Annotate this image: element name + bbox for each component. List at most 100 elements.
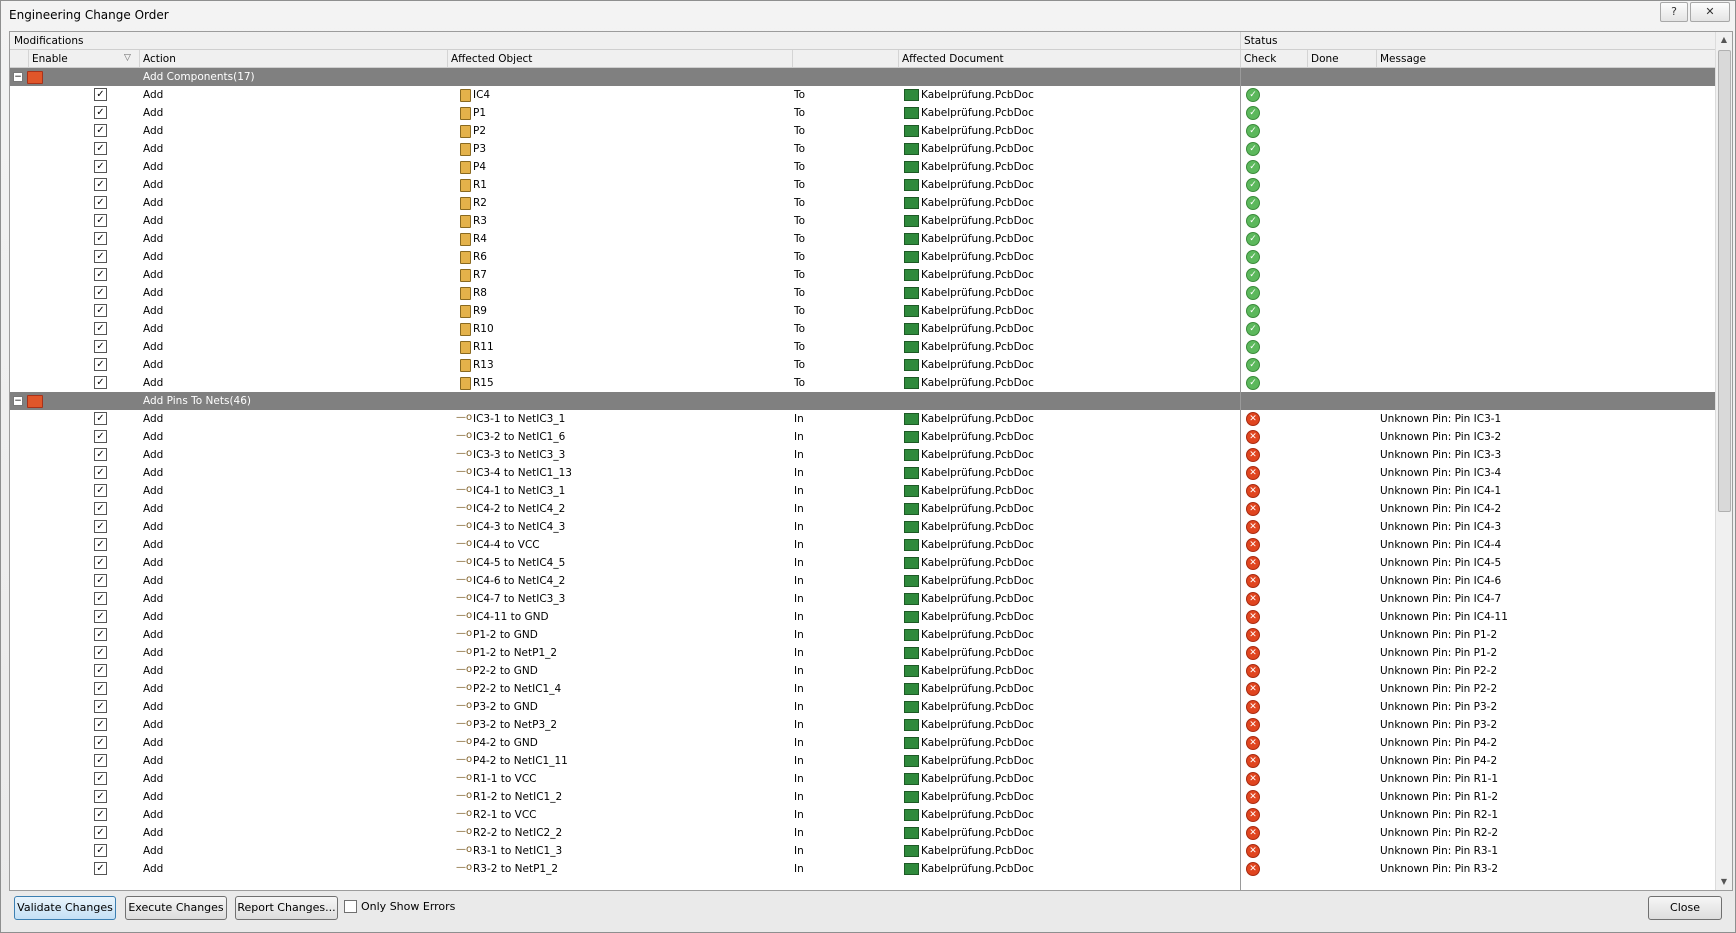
table-row[interactable]: ✓ Add —o P1-2 to NetP1_2 In Kabelprüfung.PcbD… <box>10 644 1716 662</box>
table-row[interactable]: ✓ Add P2 To Kabelprüfung.PcbDoc ✓ <box>10 122 1716 140</box>
table-row[interactable]: ✓ Add —o IC4-11 to GND In Kabelprüfung.PcbDoc… <box>10 608 1716 626</box>
table-row[interactable]: ✓ Add R10 To Kabelprüfung.PcbDoc ✓ <box>10 320 1716 338</box>
enable-checkbox[interactable]: ✓ <box>94 862 107 875</box>
enable-checkbox[interactable]: ✓ <box>94 538 107 551</box>
table-row[interactable]: ✓ Add —o IC4-7 to NetIC3_3 In Kabelprüfung.Pc… <box>10 590 1716 608</box>
table-row[interactable]: ✓ Add —o R1-2 to NetIC1_2 In Kabelprüfung.Pcb… <box>10 788 1716 806</box>
col-check[interactable]: Check <box>1244 53 1276 65</box>
table-row[interactable]: ✓ Add —o P4-2 to NetIC1_11 In Kabelprüfung.Pc… <box>10 752 1716 770</box>
table-row[interactable]: ✓ Add —o IC4-1 to NetIC3_1 In Kabelprüfung.Pc… <box>10 482 1716 500</box>
table-row[interactable]: ✓ Add —o P3-2 to GND In Kabelprüfung.PcbDoc ✕ U… <box>10 698 1716 716</box>
table-row[interactable]: ✓ Add P1 To Kabelprüfung.PcbDoc ✓ <box>10 104 1716 122</box>
group-row[interactable]: − Add Pins To Nets(46) <box>10 392 1716 410</box>
enable-checkbox[interactable]: ✓ <box>94 142 107 155</box>
enable-checkbox[interactable]: ✓ <box>94 718 107 731</box>
table-row[interactable]: ✓ Add R13 To Kabelprüfung.PcbDoc ✓ <box>10 356 1716 374</box>
table-row[interactable]: ✓ Add —o R2-2 to NetIC2_2 In Kabelprüfung.Pcb… <box>10 824 1716 842</box>
col-enable[interactable]: Enable <box>32 53 68 65</box>
enable-checkbox[interactable]: ✓ <box>94 700 107 713</box>
enable-checkbox[interactable]: ✓ <box>94 466 107 479</box>
table-row[interactable]: ✓ Add —o IC4-2 to NetIC4_2 In Kabelprüfung.Pc… <box>10 500 1716 518</box>
enable-checkbox[interactable]: ✓ <box>94 682 107 695</box>
table-row[interactable]: ✓ Add —o IC3-1 to NetIC3_1 In Kabelprüfung.Pc… <box>10 410 1716 428</box>
col-affected-document[interactable]: Affected Document <box>902 53 1004 65</box>
enable-checkbox[interactable]: ✓ <box>94 754 107 767</box>
enable-checkbox[interactable]: ✓ <box>94 628 107 641</box>
table-row[interactable]: ✓ Add —o P1-2 to GND In Kabelprüfung.PcbDoc ✕ U… <box>10 626 1716 644</box>
enable-checkbox[interactable]: ✓ <box>94 124 107 137</box>
enable-checkbox[interactable]: ✓ <box>94 574 107 587</box>
enable-checkbox[interactable]: ✓ <box>94 826 107 839</box>
table-row[interactable]: ✓ Add —o IC4-4 to VCC In Kabelprüfung.PcbDoc ✕… <box>10 536 1716 554</box>
table-row[interactable]: ✓ Add P4 To Kabelprüfung.PcbDoc ✓ <box>10 158 1716 176</box>
enable-checkbox[interactable]: ✓ <box>94 304 107 317</box>
table-row[interactable]: ✓ Add R3 To Kabelprüfung.PcbDoc ✓ <box>10 212 1716 230</box>
col-message[interactable]: Message <box>1380 53 1426 65</box>
vertical-scrollbar[interactable]: ▲ ▼ <box>1715 32 1732 890</box>
enable-checkbox[interactable]: ✓ <box>94 88 107 101</box>
table-row[interactable]: ✓ Add R9 To Kabelprüfung.PcbDoc ✓ <box>10 302 1716 320</box>
scroll-thumb[interactable] <box>1718 50 1731 512</box>
enable-checkbox[interactable]: ✓ <box>94 790 107 803</box>
enable-checkbox[interactable]: ✓ <box>94 232 107 245</box>
enable-checkbox[interactable]: ✓ <box>94 376 107 389</box>
enable-checkbox[interactable]: ✓ <box>94 358 107 371</box>
table-row[interactable]: ✓ Add —o IC4-3 to NetIC4_3 In Kabelprüfung.Pc… <box>10 518 1716 536</box>
table-row[interactable]: ✓ Add R1 To Kabelprüfung.PcbDoc ✓ <box>10 176 1716 194</box>
execute-changes-button[interactable]: Execute Changes <box>125 896 227 920</box>
enable-checkbox[interactable]: ✓ <box>94 592 107 605</box>
table-row[interactable]: ✓ Add R7 To Kabelprüfung.PcbDoc ✓ <box>10 266 1716 284</box>
help-button[interactable]: ? <box>1660 2 1688 22</box>
enable-checkbox[interactable]: ✓ <box>94 322 107 335</box>
enable-checkbox[interactable]: ✓ <box>94 502 107 515</box>
table-row[interactable]: ✓ Add —o IC4-6 to NetIC4_2 In Kabelprüfung.Pc… <box>10 572 1716 590</box>
enable-checkbox[interactable]: ✓ <box>94 340 107 353</box>
table-row[interactable]: ✓ Add —o IC3-3 to NetIC3_3 In Kabelprüfung.Pc… <box>10 446 1716 464</box>
enable-checkbox[interactable]: ✓ <box>94 772 107 785</box>
enable-checkbox[interactable]: ✓ <box>94 808 107 821</box>
enable-checkbox[interactable]: ✓ <box>94 556 107 569</box>
enable-checkbox[interactable]: ✓ <box>94 214 107 227</box>
enable-checkbox[interactable]: ✓ <box>94 250 107 263</box>
col-done[interactable]: Done <box>1311 53 1339 65</box>
table-row[interactable]: ✓ Add —o P4-2 to GND In Kabelprüfung.PcbDoc ✕ U… <box>10 734 1716 752</box>
table-row[interactable]: ✓ Add R11 To Kabelprüfung.PcbDoc ✓ <box>10 338 1716 356</box>
table-row[interactable]: ✓ Add —o P2-2 to NetIC1_4 In Kabelprüfung.Pcb… <box>10 680 1716 698</box>
close-window-button[interactable]: ✕ <box>1690 2 1730 22</box>
enable-checkbox[interactable]: ✓ <box>94 646 107 659</box>
table-row[interactable]: ✓ Add —o R1-1 to VCC In Kabelprüfung.PcbDoc ✕ U… <box>10 770 1716 788</box>
col-affected-object[interactable]: Affected Object <box>451 53 532 65</box>
enable-checkbox[interactable]: ✓ <box>94 106 107 119</box>
enable-checkbox[interactable]: ✓ <box>94 520 107 533</box>
table-row[interactable]: ✓ Add —o P2-2 to GND In Kabelprüfung.PcbDoc ✕ U… <box>10 662 1716 680</box>
report-changes-button[interactable]: Report Changes... <box>235 896 338 920</box>
table-row[interactable]: ✓ Add —o R2-1 to VCC In Kabelprüfung.PcbDoc ✕ U… <box>10 806 1716 824</box>
table-row[interactable]: ✓ Add P3 To Kabelprüfung.PcbDoc ✓ <box>10 140 1716 158</box>
enable-checkbox[interactable]: ✓ <box>94 448 107 461</box>
enable-checkbox[interactable]: ✓ <box>94 412 107 425</box>
enable-checkbox[interactable]: ✓ <box>94 178 107 191</box>
table-row[interactable]: ✓ Add —o IC4-5 to NetIC4_5 In Kabelprüfung.Pc… <box>10 554 1716 572</box>
table-row[interactable]: ✓ Add —o IC3-4 to NetIC1_13 In Kabelprüfung.P… <box>10 464 1716 482</box>
table-row[interactable]: ✓ Add —o P3-2 to NetP3_2 In Kabelprüfung.PcbD… <box>10 716 1716 734</box>
table-row[interactable]: ✓ Add R4 To Kabelprüfung.PcbDoc ✓ <box>10 230 1716 248</box>
table-row[interactable]: ✓ Add —o R3-2 to NetP1_2 In Kabelprüfung.PcbD… <box>10 860 1716 878</box>
enable-checkbox[interactable]: ✓ <box>94 610 107 623</box>
enable-checkbox[interactable]: ✓ <box>94 844 107 857</box>
group-row[interactable]: − Add Components(17) <box>10 68 1716 86</box>
close-button[interactable]: Close <box>1648 896 1722 920</box>
table-row[interactable]: ✓ Add —o R3-1 to NetIC1_3 In Kabelprüfung.Pcb… <box>10 842 1716 860</box>
validate-changes-button[interactable]: Validate Changes <box>14 896 116 920</box>
only-show-errors-box[interactable] <box>344 900 357 913</box>
scroll-up-icon[interactable]: ▲ <box>1718 34 1730 46</box>
table-row[interactable]: ✓ Add IC4 To Kabelprüfung.PcbDoc ✓ <box>10 86 1716 104</box>
enable-checkbox[interactable]: ✓ <box>94 430 107 443</box>
enable-checkbox[interactable]: ✓ <box>94 664 107 677</box>
enable-checkbox[interactable]: ✓ <box>94 160 107 173</box>
enable-checkbox[interactable]: ✓ <box>94 286 107 299</box>
table-row[interactable]: ✓ Add —o IC3-2 to NetIC1_6 In Kabelprüfung.Pc… <box>10 428 1716 446</box>
collapse-icon[interactable]: − <box>13 396 23 406</box>
table-row[interactable]: ✓ Add R6 To Kabelprüfung.PcbDoc ✓ <box>10 248 1716 266</box>
enable-checkbox[interactable]: ✓ <box>94 196 107 209</box>
table-row[interactable]: ✓ Add R15 To Kabelprüfung.PcbDoc ✓ <box>10 374 1716 392</box>
